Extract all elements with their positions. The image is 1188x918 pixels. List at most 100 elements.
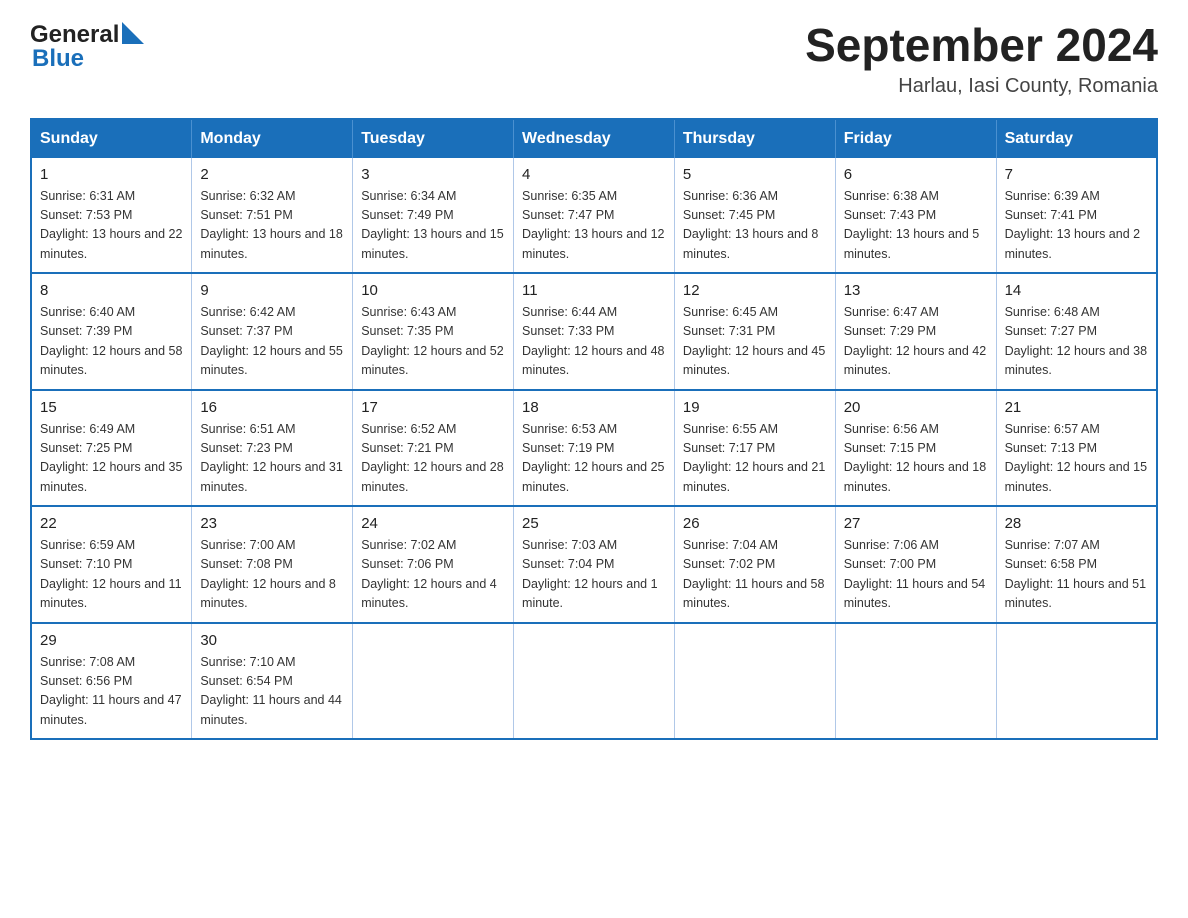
calendar-week-row: 29 Sunrise: 7:08 AMSunset: 6:56 PMDayligh… bbox=[31, 623, 1157, 740]
day-info: Sunrise: 7:02 AMSunset: 7:06 PMDaylight:… bbox=[361, 536, 505, 614]
day-number: 6 bbox=[844, 166, 988, 183]
day-info: Sunrise: 7:08 AMSunset: 6:56 PMDaylight:… bbox=[40, 653, 183, 731]
calendar-cell: 6 Sunrise: 6:38 AMSunset: 7:43 PMDaylight… bbox=[835, 158, 996, 274]
day-number: 10 bbox=[361, 282, 505, 299]
day-number: 17 bbox=[361, 399, 505, 416]
calendar-cell bbox=[353, 623, 514, 740]
day-info: Sunrise: 6:49 AMSunset: 7:25 PMDaylight:… bbox=[40, 420, 183, 498]
day-number: 1 bbox=[40, 166, 183, 183]
day-number: 8 bbox=[40, 282, 183, 299]
calendar-cell: 18 Sunrise: 6:53 AMSunset: 7:19 PMDayligh… bbox=[514, 390, 675, 507]
day-info: Sunrise: 6:31 AMSunset: 7:53 PMDaylight:… bbox=[40, 187, 183, 265]
day-info: Sunrise: 6:52 AMSunset: 7:21 PMDaylight:… bbox=[361, 420, 505, 498]
day-info: Sunrise: 7:10 AMSunset: 6:54 PMDaylight:… bbox=[200, 653, 344, 731]
calendar-header-row: SundayMondayTuesdayWednesdayThursdayFrid… bbox=[31, 119, 1157, 158]
day-of-week-header: Wednesday bbox=[514, 119, 675, 158]
day-number: 3 bbox=[361, 166, 505, 183]
calendar-cell: 16 Sunrise: 6:51 AMSunset: 7:23 PMDayligh… bbox=[192, 390, 353, 507]
day-number: 27 bbox=[844, 515, 988, 532]
calendar-cell: 21 Sunrise: 6:57 AMSunset: 7:13 PMDayligh… bbox=[996, 390, 1157, 507]
day-info: Sunrise: 6:38 AMSunset: 7:43 PMDaylight:… bbox=[844, 187, 988, 265]
calendar-cell: 24 Sunrise: 7:02 AMSunset: 7:06 PMDayligh… bbox=[353, 506, 514, 623]
calendar-cell bbox=[514, 623, 675, 740]
day-number: 28 bbox=[1005, 515, 1148, 532]
day-number: 13 bbox=[844, 282, 988, 299]
day-info: Sunrise: 6:39 AMSunset: 7:41 PMDaylight:… bbox=[1005, 187, 1148, 265]
day-number: 18 bbox=[522, 399, 666, 416]
calendar-cell bbox=[996, 623, 1157, 740]
day-number: 21 bbox=[1005, 399, 1148, 416]
calendar-cell: 12 Sunrise: 6:45 AMSunset: 7:31 PMDayligh… bbox=[674, 273, 835, 390]
calendar-cell: 13Sunrise: 6:47 AMSunset: 7:29 PMDayligh… bbox=[835, 273, 996, 390]
day-of-week-header: Thursday bbox=[674, 119, 835, 158]
calendar-week-row: 1 Sunrise: 6:31 AMSunset: 7:53 PMDaylight… bbox=[31, 158, 1157, 274]
day-number: 29 bbox=[40, 632, 183, 649]
day-of-week-header: Friday bbox=[835, 119, 996, 158]
calendar-table: SundayMondayTuesdayWednesdayThursdayFrid… bbox=[30, 118, 1158, 741]
day-number: 19 bbox=[683, 399, 827, 416]
calendar-cell: 3 Sunrise: 6:34 AMSunset: 7:49 PMDaylight… bbox=[353, 158, 514, 274]
calendar-cell: 2Sunrise: 6:32 AMSunset: 7:51 PMDaylight… bbox=[192, 158, 353, 274]
calendar-week-row: 15 Sunrise: 6:49 AMSunset: 7:25 PMDayligh… bbox=[31, 390, 1157, 507]
calendar-cell: 23 Sunrise: 7:00 AMSunset: 7:08 PMDayligh… bbox=[192, 506, 353, 623]
day-info: Sunrise: 6:48 AMSunset: 7:27 PMDaylight:… bbox=[1005, 303, 1148, 381]
day-info: Sunrise: 7:07 AMSunset: 6:58 PMDaylight:… bbox=[1005, 536, 1148, 614]
day-info: Sunrise: 6:45 AMSunset: 7:31 PMDaylight:… bbox=[683, 303, 827, 381]
day-of-week-header: Monday bbox=[192, 119, 353, 158]
day-info: Sunrise: 6:40 AMSunset: 7:39 PMDaylight:… bbox=[40, 303, 183, 381]
day-number: 30 bbox=[200, 632, 344, 649]
day-number: 24 bbox=[361, 515, 505, 532]
calendar-week-row: 22Sunrise: 6:59 AMSunset: 7:10 PMDayligh… bbox=[31, 506, 1157, 623]
day-of-week-header: Sunday bbox=[31, 119, 192, 158]
day-number: 4 bbox=[522, 166, 666, 183]
day-number: 12 bbox=[683, 282, 827, 299]
calendar-cell: 1 Sunrise: 6:31 AMSunset: 7:53 PMDaylight… bbox=[31, 158, 192, 274]
day-number: 15 bbox=[40, 399, 183, 416]
day-info: Sunrise: 6:59 AMSunset: 7:10 PMDaylight:… bbox=[40, 536, 183, 614]
calendar-cell: 14Sunrise: 6:48 AMSunset: 7:27 PMDayligh… bbox=[996, 273, 1157, 390]
calendar-cell: 26 Sunrise: 7:04 AMSunset: 7:02 PMDayligh… bbox=[674, 506, 835, 623]
day-info: Sunrise: 6:35 AMSunset: 7:47 PMDaylight:… bbox=[522, 187, 666, 265]
day-info: Sunrise: 6:56 AMSunset: 7:15 PMDaylight:… bbox=[844, 420, 988, 498]
day-number: 26 bbox=[683, 515, 827, 532]
day-info: Sunrise: 7:04 AMSunset: 7:02 PMDaylight:… bbox=[683, 536, 827, 614]
day-info: Sunrise: 6:57 AMSunset: 7:13 PMDaylight:… bbox=[1005, 420, 1148, 498]
day-info: Sunrise: 7:03 AMSunset: 7:04 PMDaylight:… bbox=[522, 536, 666, 614]
calendar-cell: 5 Sunrise: 6:36 AMSunset: 7:45 PMDaylight… bbox=[674, 158, 835, 274]
logo: General Blue bbox=[30, 20, 144, 73]
logo-arrow bbox=[122, 22, 144, 49]
calendar-cell: 10 Sunrise: 6:43 AMSunset: 7:35 PMDayligh… bbox=[353, 273, 514, 390]
calendar-cell: 4 Sunrise: 6:35 AMSunset: 7:47 PMDaylight… bbox=[514, 158, 675, 274]
calendar-cell: 29 Sunrise: 7:08 AMSunset: 6:56 PMDayligh… bbox=[31, 623, 192, 740]
day-info: Sunrise: 6:53 AMSunset: 7:19 PMDaylight:… bbox=[522, 420, 666, 498]
title-block: September 2024 Harlau, Iasi County, Roma… bbox=[805, 20, 1158, 98]
day-number: 11 bbox=[522, 282, 666, 299]
day-number: 9 bbox=[200, 282, 344, 299]
day-info: Sunrise: 6:32 AMSunset: 7:51 PMDaylight:… bbox=[200, 187, 344, 265]
day-info: Sunrise: 6:55 AMSunset: 7:17 PMDaylight:… bbox=[683, 420, 827, 498]
day-number: 5 bbox=[683, 166, 827, 183]
month-year-title: September 2024 bbox=[805, 20, 1158, 71]
day-info: Sunrise: 6:43 AMSunset: 7:35 PMDaylight:… bbox=[361, 303, 505, 381]
day-number: 23 bbox=[200, 515, 344, 532]
day-of-week-header: Saturday bbox=[996, 119, 1157, 158]
calendar-cell: 28 Sunrise: 7:07 AMSunset: 6:58 PMDayligh… bbox=[996, 506, 1157, 623]
day-of-week-header: Tuesday bbox=[353, 119, 514, 158]
day-number: 16 bbox=[200, 399, 344, 416]
calendar-cell: 22Sunrise: 6:59 AMSunset: 7:10 PMDayligh… bbox=[31, 506, 192, 623]
day-info: Sunrise: 7:06 AMSunset: 7:00 PMDaylight:… bbox=[844, 536, 988, 614]
calendar-cell: 25Sunrise: 7:03 AMSunset: 7:04 PMDayligh… bbox=[514, 506, 675, 623]
calendar-cell: 19 Sunrise: 6:55 AMSunset: 7:17 PMDayligh… bbox=[674, 390, 835, 507]
location-subtitle: Harlau, Iasi County, Romania bbox=[805, 75, 1158, 98]
calendar-cell: 15 Sunrise: 6:49 AMSunset: 7:25 PMDayligh… bbox=[31, 390, 192, 507]
day-info: Sunrise: 6:36 AMSunset: 7:45 PMDaylight:… bbox=[683, 187, 827, 265]
day-info: Sunrise: 7:00 AMSunset: 7:08 PMDaylight:… bbox=[200, 536, 344, 614]
calendar-cell: 20 Sunrise: 6:56 AMSunset: 7:15 PMDayligh… bbox=[835, 390, 996, 507]
day-info: Sunrise: 6:44 AMSunset: 7:33 PMDaylight:… bbox=[522, 303, 666, 381]
day-info: Sunrise: 6:51 AMSunset: 7:23 PMDaylight:… bbox=[200, 420, 344, 498]
calendar-cell: 11 Sunrise: 6:44 AMSunset: 7:33 PMDayligh… bbox=[514, 273, 675, 390]
calendar-cell bbox=[835, 623, 996, 740]
day-number: 7 bbox=[1005, 166, 1148, 183]
day-info: Sunrise: 6:34 AMSunset: 7:49 PMDaylight:… bbox=[361, 187, 505, 265]
day-number: 20 bbox=[844, 399, 988, 416]
